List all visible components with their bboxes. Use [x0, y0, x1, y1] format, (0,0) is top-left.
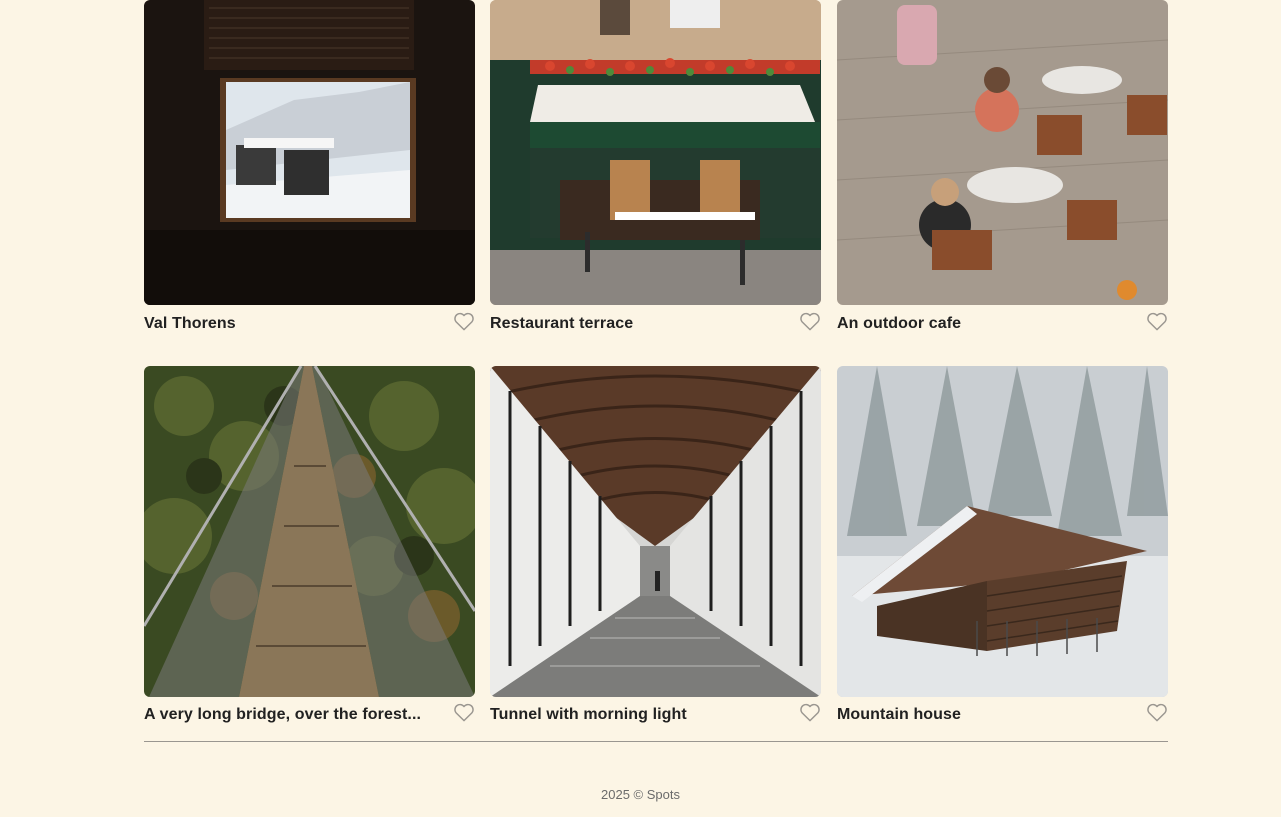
card-caption: A very long bridge, over the forest... — [144, 706, 422, 723]
card-image[interactable] — [837, 366, 1168, 697]
card-caption: An outdoor cafe — [837, 315, 962, 332]
heart-outline-icon[interactable] — [1146, 702, 1168, 722]
card-caption: Restaurant terrace — [490, 315, 634, 332]
card-caption: Tunnel with morning light — [490, 706, 687, 723]
card-image[interactable] — [837, 0, 1168, 305]
heart-outline-icon[interactable] — [799, 311, 821, 331]
cards-grid: Val Thorens Restaurant terrace An outdoo… — [0, 0, 1281, 817]
card-image[interactable] — [490, 366, 821, 697]
footer-divider — [144, 741, 1168, 742]
heart-outline-icon[interactable] — [1146, 311, 1168, 331]
footer-copyright: 2025 © Spots — [601, 787, 680, 802]
card-image[interactable] — [490, 0, 821, 305]
card-image[interactable] — [144, 366, 475, 697]
heart-outline-icon[interactable] — [453, 702, 475, 722]
card-caption: Val Thorens — [144, 315, 236, 332]
card-caption: Mountain house — [837, 706, 962, 723]
heart-outline-icon[interactable] — [799, 702, 821, 722]
heart-outline-icon[interactable] — [453, 311, 475, 331]
card-image[interactable] — [144, 0, 475, 305]
